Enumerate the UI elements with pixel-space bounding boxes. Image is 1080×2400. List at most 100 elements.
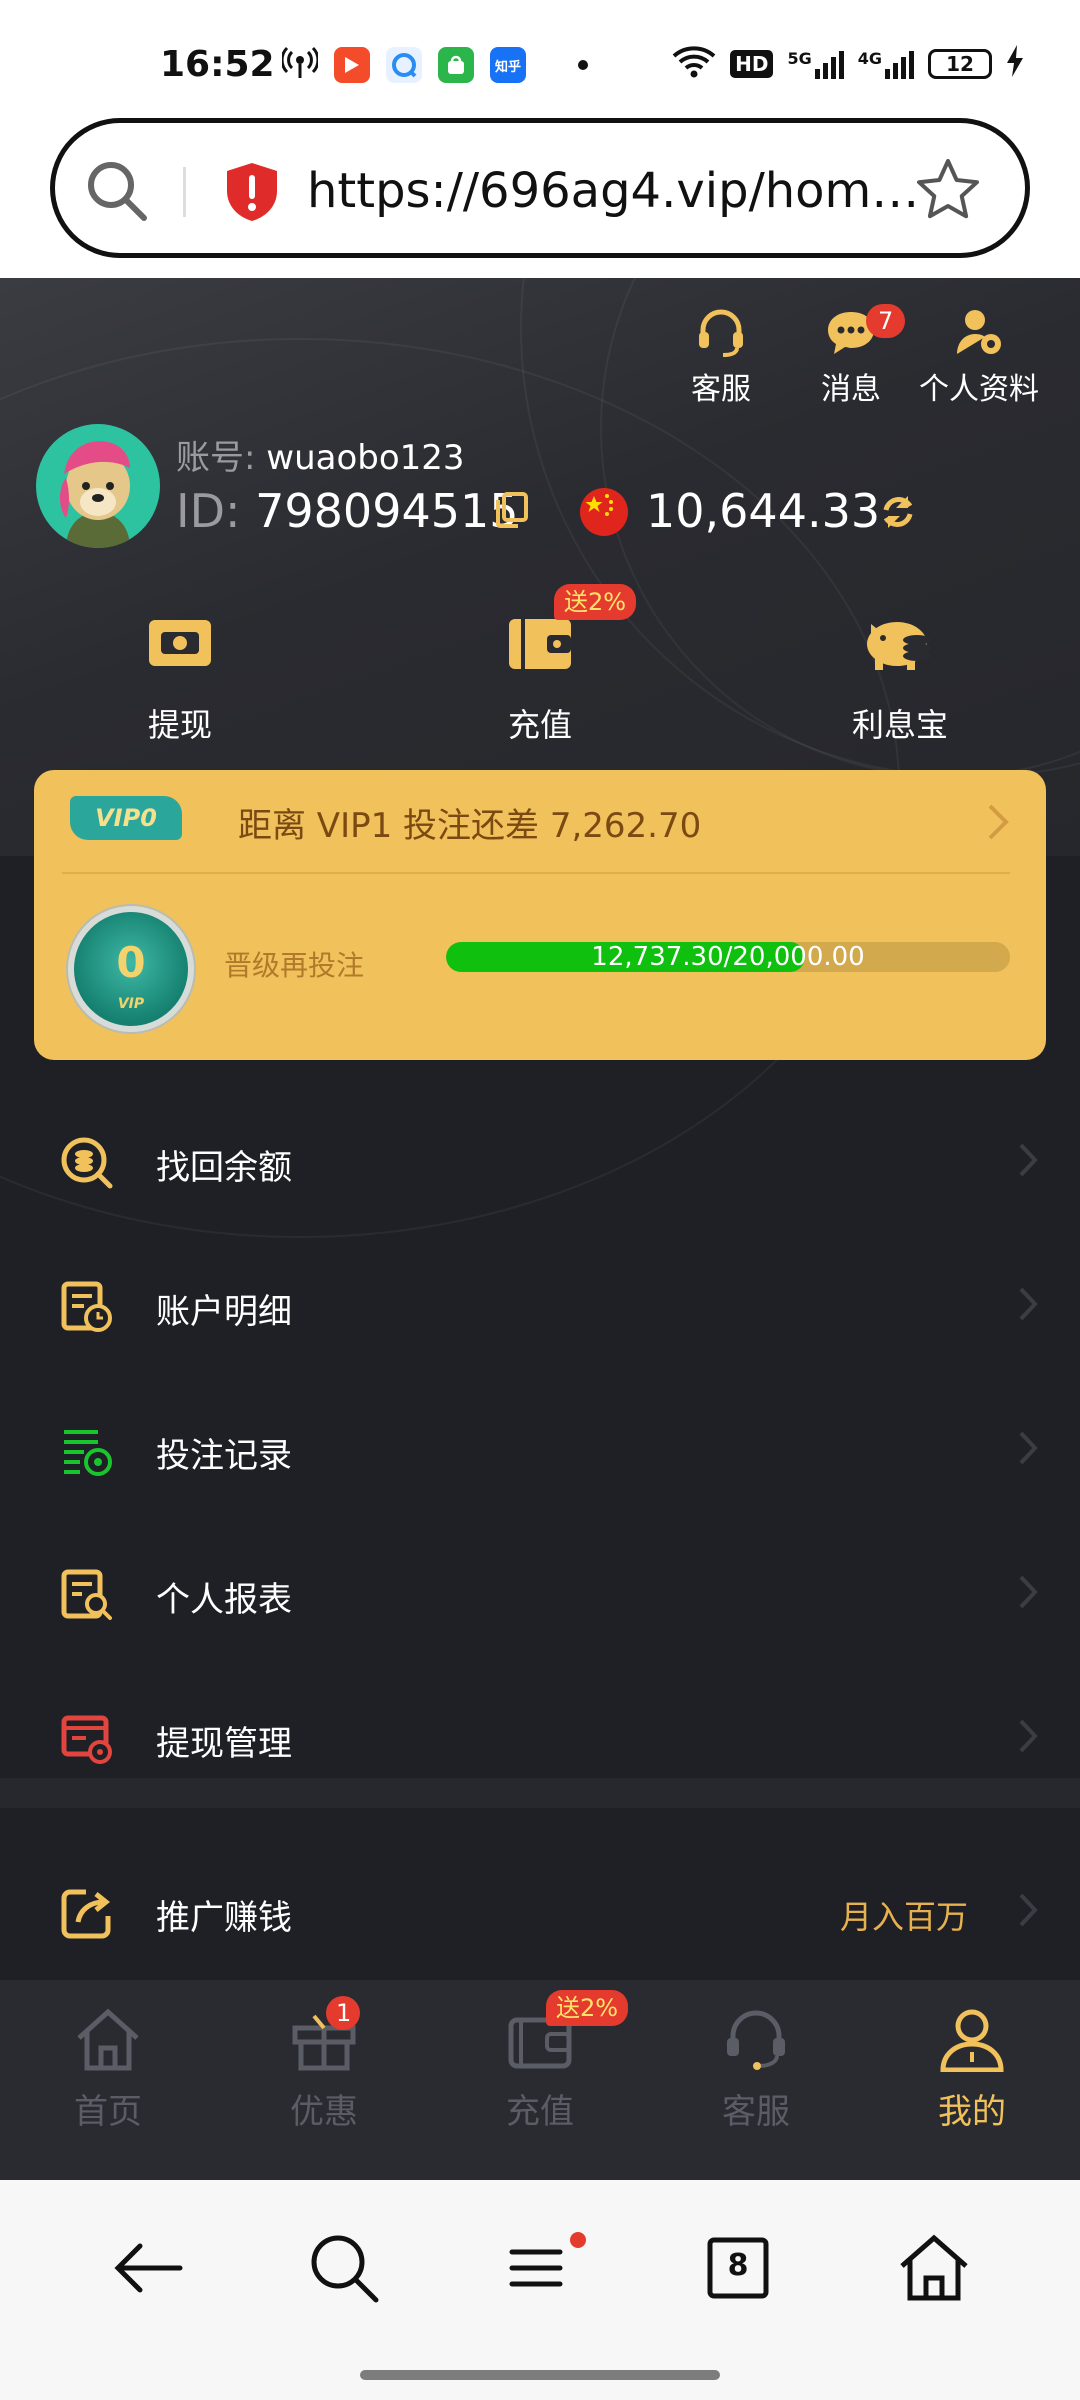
chevron-right-icon [1018,1142,1038,1182]
cash-ticket-icon [80,606,280,678]
piggy-bank-icon [800,606,1000,678]
china-flag-icon [580,488,628,536]
home-icon [0,2006,216,2072]
messages-button[interactable]: 消息 7 [786,298,916,408]
back-arrow-icon[interactable] [110,2230,186,2310]
customer-service-label: 客服 [691,372,751,407]
profile-label: 个人资料 [919,372,1039,407]
deposit-button[interactable]: 充值 送2% [440,584,640,746]
vip-progress-bar: 12,737.30/20,000.00 [446,942,1010,972]
profile-button[interactable]: 个人资料 [914,298,1044,408]
hotspot-icon [280,46,320,84]
interest-treasure-button[interactable]: 利息宝 [800,606,1000,746]
tab-label: 客服 [722,2092,790,2132]
coin-search-icon [60,1136,114,1194]
bet-record-icon [60,1424,114,1482]
tab-deposit[interactable]: 充值 送2% [432,1980,648,2180]
user-id-value: 798094515 [255,484,519,538]
headset-icon [656,298,786,358]
vip-divider [62,872,1010,874]
menu-item-label: 投注记录 [156,1436,292,1476]
chevron-right-icon [986,802,1010,846]
chevron-right-icon [1018,1718,1038,1758]
vip-medal-level: 0 [116,938,146,987]
vip-medal-icon: 0 VIP [68,906,194,1032]
tab-label: 优惠 [290,2092,358,2132]
avatar[interactable] [36,424,160,548]
tabs-button[interactable]: 8 [700,2230,776,2310]
status-right: HD 5G 4G 12 [672,44,1024,83]
address-bar[interactable]: https://696ag4.vip/home... [50,118,1030,258]
menu-item-label: 个人报表 [156,1580,292,1620]
tab-label: 我的 [938,2092,1006,2132]
menu-item-recover-balance[interactable]: 找回余额 [0,1090,1080,1234]
tab-mine[interactable]: 我的 [864,1980,1080,2180]
status-app-icons: 知乎 [280,46,588,84]
bottom-tab-bar: 首页 优惠 1 充值 送2% 客服 我的 [0,1980,1080,2180]
headset-icon [648,2006,864,2072]
app-content: 客服 消息 7 个人资料 账号: wuaobo123 ID: 798094515… [0,278,1080,2180]
status-time: 16:52 [160,44,275,85]
vip-title: 距离 VIP1 投注还差 7,262.70 [238,806,702,846]
home-indicator[interactable] [360,2370,720,2380]
gift-icon [216,2006,432,2072]
user-id-row: ID: 798094515 [176,484,519,538]
search-icon[interactable] [306,2230,382,2310]
menu-item-personal-report[interactable]: 个人报表 [0,1522,1080,1666]
refresh-icon[interactable] [878,492,918,536]
copy-icon[interactable] [494,492,528,532]
vip-progress-card[interactable]: VIP0 距离 VIP1 投注还差 7,262.70 0 VIP 晋级再投注 1… [34,770,1046,1060]
browser-app-icon [386,47,422,83]
chevron-right-icon [1018,1574,1038,1614]
tab-home[interactable]: 首页 [0,1980,216,2180]
tab-label: 首页 [74,2092,142,2132]
notification-dot [578,60,588,70]
menu-item-label: 提现管理 [156,1724,292,1764]
withdraw-manage-icon [60,1712,114,1770]
search-icon[interactable] [83,157,153,231]
user-id-label: ID: [176,484,241,538]
chevron-right-icon [1018,1430,1038,1470]
chevron-right-icon [1018,1286,1038,1326]
address-divider [183,167,186,217]
tab-customer-service[interactable]: 客服 [648,1980,864,2180]
account-label: 账号: [176,438,256,478]
user-icon [864,2006,1080,2072]
battery-icon: 12 [928,48,992,79]
withdraw-label: 提现 [147,706,212,744]
account-detail-icon [60,1280,114,1338]
menu-item-bet-records[interactable]: 投注记录 [0,1378,1080,1522]
account-row: 账号: wuaobo123 [176,430,465,479]
promotion-slogan: 月入百万 [839,1898,968,1936]
wifi-icon [672,44,716,83]
store-app-icon [438,47,474,83]
messages-badge: 7 [866,304,906,338]
offers-badge: 1 [326,1996,360,2030]
video-app-icon [334,47,370,83]
customer-service-button[interactable]: 客服 [656,298,786,408]
withdraw-button[interactable]: 提现 [80,606,280,746]
browser-navigation-bar: 8 [0,2180,1080,2400]
signal-5g-icon: 5G [787,49,844,79]
url-text[interactable]: https://696ag4.vip/home... [307,163,927,219]
report-search-icon [60,1568,114,1626]
tab-offers[interactable]: 优惠 1 [216,1980,432,2180]
deposit-promo-badge: 送2% [554,584,637,620]
home-icon[interactable] [896,2230,972,2310]
status-bar: 16:52 知乎 HD 5G 4G 12 [0,0,1080,110]
tab-label: 充值 [506,2092,574,2132]
balance-value: 10,644.33 [646,484,881,538]
charging-icon [1006,45,1024,82]
menu-icon[interactable] [500,2230,590,2310]
menu-item-promotion[interactable]: 推广赚钱 月入百万 [0,1840,1080,1984]
vip-medal-text: VIP [117,996,145,1012]
screen: 16:52 知乎 HD 5G 4G 12 https://696ag4.vip/… [0,0,1080,2400]
zhihu-app-icon: 知乎 [490,47,526,83]
security-warning-icon[interactable] [223,161,281,227]
menu-item-account-details[interactable]: 账户明细 [0,1234,1080,1378]
menu-item-label: 账户明细 [156,1292,292,1332]
chevron-right-icon [1018,1892,1038,1932]
deposit-promo-badge: 送2% [546,1990,629,2026]
account-value: wuaobo123 [266,438,465,478]
bookmark-star-icon[interactable] [915,157,981,227]
